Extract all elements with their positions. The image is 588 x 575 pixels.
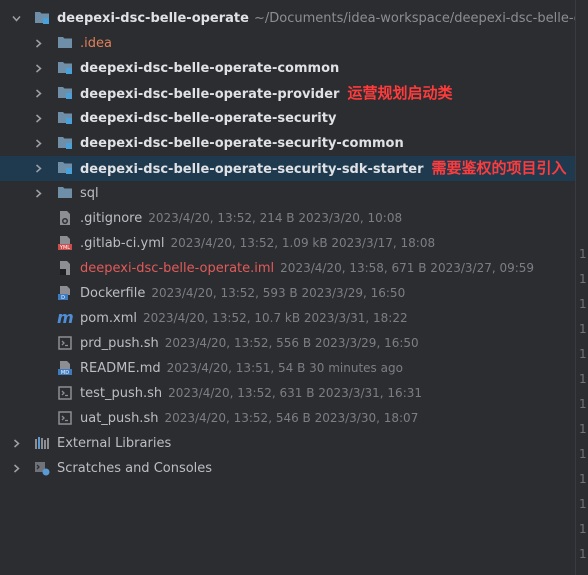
chevron-right-icon[interactable] (34, 39, 42, 48)
tree-item-idea[interactable]: .idea (0, 31, 575, 56)
file-name: test_push.sh (80, 386, 163, 401)
editor-gutter: 1 1 1 1 1 1 1 1 1 1 1 1 1 (575, 0, 588, 575)
svg-text:MD: MD (61, 370, 69, 376)
file-meta: 2023/4/20, 13:52, 593 B 2023/3/29, 16:50 (151, 286, 406, 300)
item-label: .idea (80, 36, 112, 51)
line-number: 1 (579, 497, 587, 511)
file-meta: 2023/4/20, 13:52, 546 B 2023/3/30, 18:07 (164, 411, 419, 425)
chevron-right-icon[interactable] (34, 89, 42, 98)
tree-item-sdk-starter[interactable]: deepexi-dsc-belle-operate-security-sdk-s… (0, 156, 575, 181)
tree-item-gitignore[interactable]: .gitignore 2023/4/20, 13:52, 214 B 2023/3… (0, 206, 575, 231)
file-meta: 2023/4/20, 13:51, 54 B 30 minutes ago (166, 361, 403, 375)
tree-item-provider[interactable]: deepexi-dsc-belle-operate-provider 运营规划启动… (0, 81, 575, 106)
module-folder-icon (34, 10, 50, 26)
annotation-text: 需要鉴权的项目引入 (431, 159, 567, 177)
svg-text:D: D (61, 295, 65, 301)
file-name: prd_push.sh (80, 336, 159, 351)
file-name: .gitignore (80, 211, 143, 226)
iml-file-icon (57, 260, 73, 276)
module-folder-icon (57, 135, 73, 151)
folder-icon (57, 185, 73, 201)
libraries-icon (34, 435, 50, 451)
file-meta: 2023/4/20, 13:52, 556 B 2023/3/29, 16:50 (164, 336, 419, 350)
tree-item-sql[interactable]: sql (0, 181, 575, 206)
gitignore-file-icon (57, 210, 73, 226)
chevron-right-icon[interactable] (12, 464, 20, 473)
chevron-right-icon[interactable] (34, 164, 42, 173)
root-project-path: ~/Documents/idea-workspace/deepexi-dsc-b… (253, 11, 575, 26)
folder-icon (57, 35, 73, 51)
line-number: 1 (579, 297, 587, 311)
tree-item-uat-push[interactable]: uat_push.sh 2023/4/20, 13:52, 546 B 2023/… (0, 406, 575, 431)
yaml-file-icon: YML (57, 235, 73, 251)
tree-item-test-push[interactable]: test_push.sh 2023/4/20, 13:52, 631 B 2023… (0, 381, 575, 406)
file-meta: 2023/4/20, 13:52, 631 B 2023/3/31, 16:31 (168, 386, 422, 400)
external-libraries-label: External Libraries (57, 436, 172, 451)
module-folder-icon (57, 60, 73, 76)
file-meta: 2023/4/20, 13:58, 671 B 2023/3/27, 09:59 (280, 261, 535, 275)
file-name: README.md (80, 361, 161, 376)
item-label: deepexi-dsc-belle-operate-provider (80, 87, 340, 102)
item-label: deepexi-dsc-belle-operate-security-sdk-s… (80, 162, 424, 177)
tree-item-external-libraries[interactable]: External Libraries (0, 431, 575, 456)
line-number: 1 (579, 347, 587, 361)
file-name: deepexi-dsc-belle-operate.iml (80, 261, 275, 276)
shell-script-icon (57, 385, 73, 401)
file-meta: 2023/4/20, 13:52, 214 B 2023/3/20, 10:08 (148, 211, 403, 225)
tree-item-readme[interactable]: MD README.md 2023/4/20, 13:51, 54 B 30 mi… (0, 356, 575, 381)
item-label: deepexi-dsc-belle-operate-security-commo… (80, 136, 404, 151)
module-folder-icon (57, 110, 73, 126)
line-number: 1 (579, 547, 587, 561)
project-tree: deepexi-dsc-belle-operate ~/Documents/ide… (0, 0, 575, 575)
line-number: 1 (579, 272, 587, 286)
module-folder-icon (57, 85, 73, 101)
line-number: 1 (579, 522, 587, 536)
chevron-right-icon[interactable] (34, 114, 42, 123)
tree-item-iml[interactable]: deepexi-dsc-belle-operate.iml 2023/4/20, … (0, 256, 575, 281)
svg-text:m: m (57, 309, 74, 325)
shell-script-icon (57, 410, 73, 426)
scratches-icon (34, 460, 50, 476)
tree-root-row[interactable]: deepexi-dsc-belle-operate ~/Documents/ide… (0, 6, 575, 31)
tree-item-security-common[interactable]: deepexi-dsc-belle-operate-security-commo… (0, 131, 575, 156)
file-name: pom.xml (80, 311, 137, 326)
file-meta: 2023/4/20, 13:52, 1.09 kB 2023/3/17, 18:… (170, 236, 436, 250)
tree-item-pom[interactable]: m pom.xml 2023/4/20, 13:52, 10.7 kB 2023/… (0, 306, 575, 331)
svg-text:YML: YML (59, 245, 70, 251)
shell-script-icon (57, 335, 73, 351)
file-name: uat_push.sh (80, 411, 159, 426)
scratches-label: Scratches and Consoles (57, 461, 213, 476)
chevron-right-icon[interactable] (34, 64, 42, 73)
markdown-file-icon: MD (57, 360, 73, 376)
file-name: Dockerfile (80, 286, 146, 301)
tree-item-scratches[interactable]: Scratches and Consoles (0, 456, 575, 481)
line-number: 1 (579, 472, 587, 486)
item-label: deepexi-dsc-belle-operate-security (80, 111, 337, 126)
line-number: 1 (579, 247, 587, 261)
line-number: 1 (579, 397, 587, 411)
dockerfile-icon: D (57, 285, 73, 301)
item-label: deepexi-dsc-belle-operate-common (80, 61, 340, 76)
item-label: sql (80, 186, 99, 201)
line-number: 1 (579, 322, 587, 336)
tree-item-dockerfile[interactable]: D Dockerfile 2023/4/20, 13:52, 593 B 2023… (0, 281, 575, 306)
chevron-right-icon[interactable] (34, 139, 42, 148)
chevron-right-icon[interactable] (12, 439, 20, 448)
line-number: 1 (579, 372, 587, 386)
tree-item-common[interactable]: deepexi-dsc-belle-operate-common (0, 56, 575, 81)
root-project-name: deepexi-dsc-belle-operate ~/Documents/ide… (57, 6, 575, 31)
chevron-right-icon[interactable] (34, 189, 42, 198)
chevron-down-icon[interactable] (12, 14, 21, 22)
tree-item-prd-push[interactable]: prd_push.sh 2023/4/20, 13:52, 556 B 2023/… (0, 331, 575, 356)
line-number: 1 (579, 422, 587, 436)
tree-item-security[interactable]: deepexi-dsc-belle-operate-security (0, 106, 575, 131)
line-number: 1 (579, 447, 587, 461)
file-meta: 2023/4/20, 13:52, 10.7 kB 2023/3/31, 18:… (142, 311, 408, 325)
tree-item-gitlab-ci[interactable]: YML .gitlab-ci.yml 2023/4/20, 13:52, 1.09… (0, 231, 575, 256)
file-name: .gitlab-ci.yml (80, 236, 165, 251)
annotation-text: 运营规划启动类 (347, 84, 453, 102)
module-folder-icon (57, 160, 73, 176)
maven-icon: m (56, 309, 74, 325)
